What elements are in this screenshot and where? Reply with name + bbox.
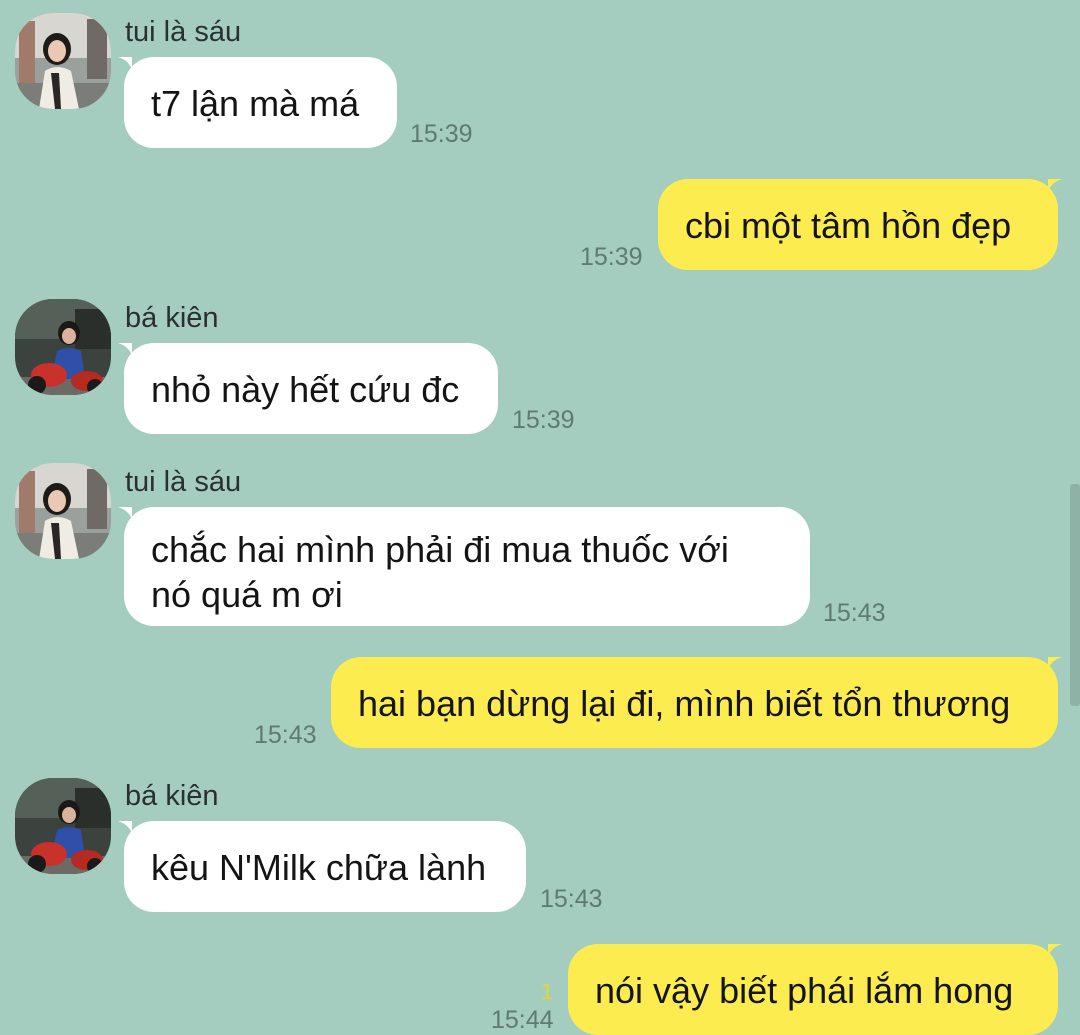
- message-bubble[interactable]: hai bạn dừng lại đi, mình biết tổn thươn…: [331, 657, 1058, 748]
- message-timestamp: 15:43: [823, 599, 886, 627]
- sender-name: tui là sáu: [125, 466, 242, 498]
- avatar[interactable]: [15, 463, 111, 559]
- message-timestamp: 15:43: [540, 885, 603, 913]
- message-timestamp: 15:39: [410, 120, 473, 148]
- message-text: t7 lận mà má: [151, 83, 360, 124]
- message-timestamp: 15:43: [254, 721, 317, 749]
- message-text: nhỏ này hết cứu đc: [151, 369, 460, 410]
- message-timestamp: 15:39: [580, 243, 643, 271]
- message-text: cbi một tâm hồn đẹp: [685, 205, 1012, 246]
- sender-name: tui là sáu: [125, 16, 242, 48]
- message-bubble[interactable]: t7 lận mà má: [124, 57, 397, 148]
- bubble-tail: [118, 57, 132, 69]
- avatar[interactable]: [15, 13, 111, 109]
- bubble-tail: [1048, 944, 1062, 956]
- avatar[interactable]: [15, 778, 111, 874]
- message-text: hai bạn dừng lại đi, mình biết tổn thươn…: [358, 683, 1011, 724]
- message-text: nói vậy biết phái lắm hong: [595, 970, 1014, 1011]
- message-bubble[interactable]: cbi một tâm hồn đẹp: [658, 179, 1058, 270]
- message-bubble[interactable]: nói vậy biết phái lắm hong: [568, 944, 1058, 1035]
- sender-name: bá kiên: [125, 780, 219, 812]
- bubble-tail: [118, 343, 132, 355]
- bubble-tail: [1048, 179, 1062, 191]
- message-bubble[interactable]: nhỏ này hết cứu đc: [124, 343, 498, 434]
- message-text-line: nó quá m ơi: [151, 574, 343, 615]
- bubble-tail: [118, 507, 132, 519]
- bubble-tail: [118, 821, 132, 833]
- message-timestamp: 15:44: [491, 1006, 554, 1034]
- sender-name: bá kiên: [125, 302, 219, 334]
- scrollbar[interactable]: [1070, 484, 1080, 706]
- message-bubble[interactable]: kêu N'Milk chữa lành: [124, 821, 526, 912]
- avatar[interactable]: [15, 299, 111, 395]
- message-timestamp: 15:39: [512, 406, 575, 434]
- bubble-tail: [1048, 657, 1062, 669]
- message-bubble[interactable]: chắc hai mình phải đi mua thuốc với nó q…: [124, 507, 810, 626]
- unread-count: 1: [541, 979, 554, 1004]
- message-text: kêu N'Milk chữa lành: [151, 847, 487, 888]
- chat-message-list[interactable]: tui là sáu t7 lận mà má 15:39 cbi một tâ…: [0, 0, 1080, 1035]
- message-text-line: chắc hai mình phải đi mua thuốc với: [151, 529, 729, 570]
